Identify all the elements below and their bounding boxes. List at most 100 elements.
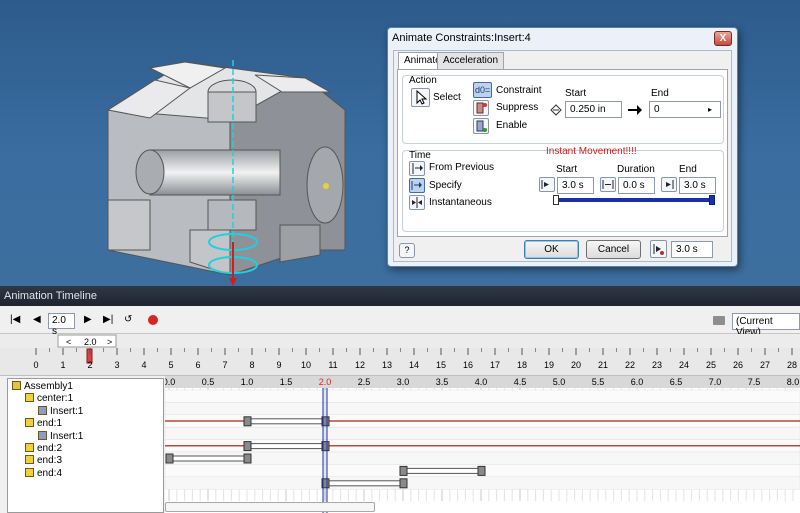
suppress-icon [476, 102, 487, 114]
tree-row[interactable]: Insert:1 [38, 430, 84, 443]
scale-label: 7.5 [748, 377, 761, 387]
part-icon [25, 393, 34, 403]
specify-label: Specify [429, 180, 462, 191]
close-button[interactable]: X [714, 31, 732, 46]
ok-button[interactable]: OK [524, 240, 579, 259]
scale-label: 4.0 [475, 377, 488, 387]
time-start-label: Start [556, 164, 578, 175]
ruler-tick-label: 4 [141, 360, 146, 370]
time-record-icon [653, 244, 664, 255]
ruler-tick-label: 27 [760, 360, 770, 370]
tree-row-label: Insert:1 [50, 430, 84, 442]
step-back-icon[interactable]: ◀ [33, 314, 41, 325]
instant-movement-note: Instant Movement!!!! [546, 146, 637, 157]
scale-label: 7.0 [709, 377, 722, 387]
tree-row[interactable]: end:4 [25, 467, 62, 480]
timeline-ruler[interactable]: < 2.0 > 0 1 2 3 4 5 6 7 8 9 10 11 12 13 14 15 16 17 18 19 20… [0, 334, 800, 376]
scale-label: 2.0 [319, 377, 332, 387]
ruler-tick-label: 7 [222, 360, 227, 370]
ruler-tick-label: 0 [33, 360, 38, 370]
action-end-handle [243, 453, 252, 464]
tracks-canvas: 0.0 0.5 1.0 1.5 2.0 2.5 3.0 3.5 4.0 4.5 5.0 5.5 6.0 6… [165, 376, 800, 513]
part-icon [25, 467, 34, 477]
start-time-button[interactable] [539, 177, 555, 192]
part-icon [25, 455, 34, 465]
action-bar [324, 480, 404, 487]
from-previous-icon [412, 163, 423, 174]
action-start-label: Start [565, 88, 587, 99]
part-icon [25, 443, 34, 452]
ruler-tick-label: 11 [328, 360, 337, 370]
cursor-arrow-icon [416, 89, 428, 105]
specify-option-button[interactable] [409, 178, 425, 193]
tree-row[interactable]: Assembly1 [12, 381, 73, 393]
camera-view-select[interactable]: (Current View) [732, 313, 800, 338]
specify-icon [411, 181, 422, 190]
end-dropdown-arrow-icon[interactable]: ▸ [708, 105, 712, 114]
loop-icon[interactable]: ↺ [124, 314, 132, 325]
slider-end-handle[interactable] [709, 195, 715, 205]
slider-start-handle[interactable] [553, 195, 559, 205]
time-end-input[interactable]: 3.0 s [679, 177, 716, 194]
select-button[interactable] [411, 88, 430, 107]
end-time-button[interactable] [661, 177, 677, 192]
ruler-tick-label: 23 [652, 360, 662, 370]
action-end-handle [399, 478, 408, 489]
track-row [165, 426, 800, 440]
select-label: Select [433, 92, 461, 103]
tree-row[interactable]: end:1 [25, 418, 62, 430]
scale-label: 5.0 [553, 377, 566, 387]
footer-time-input[interactable]: 3.0 s [671, 241, 713, 258]
constraint-icon [38, 430, 47, 440]
timeline-tracks[interactable]: 0.0 0.5 1.0 1.5 2.0 2.5 3.0 3.5 4.0 4.5 5.0 5.5 6.0 6… [165, 376, 800, 513]
action-start-handle [165, 453, 174, 464]
action-end-label: End [651, 88, 669, 99]
help-button[interactable]: ? [399, 243, 415, 258]
ruler-right-arrow: > [107, 337, 112, 347]
time-start-input[interactable]: 3.0 s [557, 177, 594, 194]
camera-icon[interactable] [713, 316, 725, 325]
tree-row[interactable]: Insert:1 [38, 405, 83, 418]
suppress-option-button[interactable] [473, 100, 489, 116]
constraint-option-button[interactable]: d0= [473, 82, 492, 98]
action-start-handle [243, 441, 252, 452]
browser-tree[interactable]: Assembly1 center:1 Insert:1 end:1 Insert:1 en… [7, 378, 164, 513]
constraint-option-icon: d0= [475, 85, 491, 95]
track-row [165, 476, 800, 490]
instantaneous-label: Instantaneous [429, 197, 492, 208]
tree-row[interactable]: end:2 [25, 443, 62, 455]
ruler-tick-label: 6 [195, 360, 200, 370]
ruler-tick-label: 18 [517, 360, 527, 370]
timeline-toolbar: |◀ ◀ 2.0 s ▶ ▶| ↺ (Current View) [0, 306, 800, 338]
action-start-input[interactable]: 0.250 in [565, 101, 622, 118]
timeline-horizontal-scrollbar[interactable] [165, 502, 375, 512]
go-to-start-icon[interactable]: |◀ [10, 314, 20, 325]
track-row [165, 451, 800, 465]
scale-label: 8.0 [787, 377, 800, 387]
action-end-handle [477, 465, 486, 476]
animate-constraints-dialog: Animate Constraints:Insert:4 X Animate A… [387, 27, 738, 267]
enable-icon [476, 120, 487, 132]
footer-time-button[interactable] [650, 240, 667, 258]
cancel-button[interactable]: Cancel [586, 240, 641, 259]
step-forward-icon[interactable]: ▶ [84, 314, 92, 325]
constraint-icon [38, 405, 47, 415]
duration-input[interactable]: 0.0 s [618, 177, 655, 194]
ruler-tick-label: 28 [787, 360, 797, 370]
ruler-tick-label: 12 [355, 360, 365, 370]
tree-row[interactable]: end:3 [25, 455, 62, 467]
go-to-end-icon[interactable]: ▶| [103, 314, 113, 325]
time-end-label: End [679, 164, 697, 175]
tab-acceleration[interactable]: Acceleration [437, 52, 505, 69]
from-previous-option-button[interactable] [409, 161, 425, 176]
tree-row[interactable]: center:1 [25, 393, 73, 405]
duration-button[interactable] [600, 177, 616, 192]
time-range-slider[interactable] [553, 195, 715, 205]
instantaneous-option-button[interactable] [409, 195, 425, 210]
record-icon[interactable] [148, 315, 158, 325]
ruler-ticks: 0 1 2 3 4 5 6 7 8 9 10 11 12 13 14 15 16 17 18 19 20 21 22 23 24… [33, 348, 797, 370]
measure-icon [550, 104, 562, 116]
current-time-input[interactable]: 2.0 s [48, 313, 75, 337]
arrow-right-icon [628, 105, 642, 115]
enable-option-button[interactable] [473, 118, 489, 134]
